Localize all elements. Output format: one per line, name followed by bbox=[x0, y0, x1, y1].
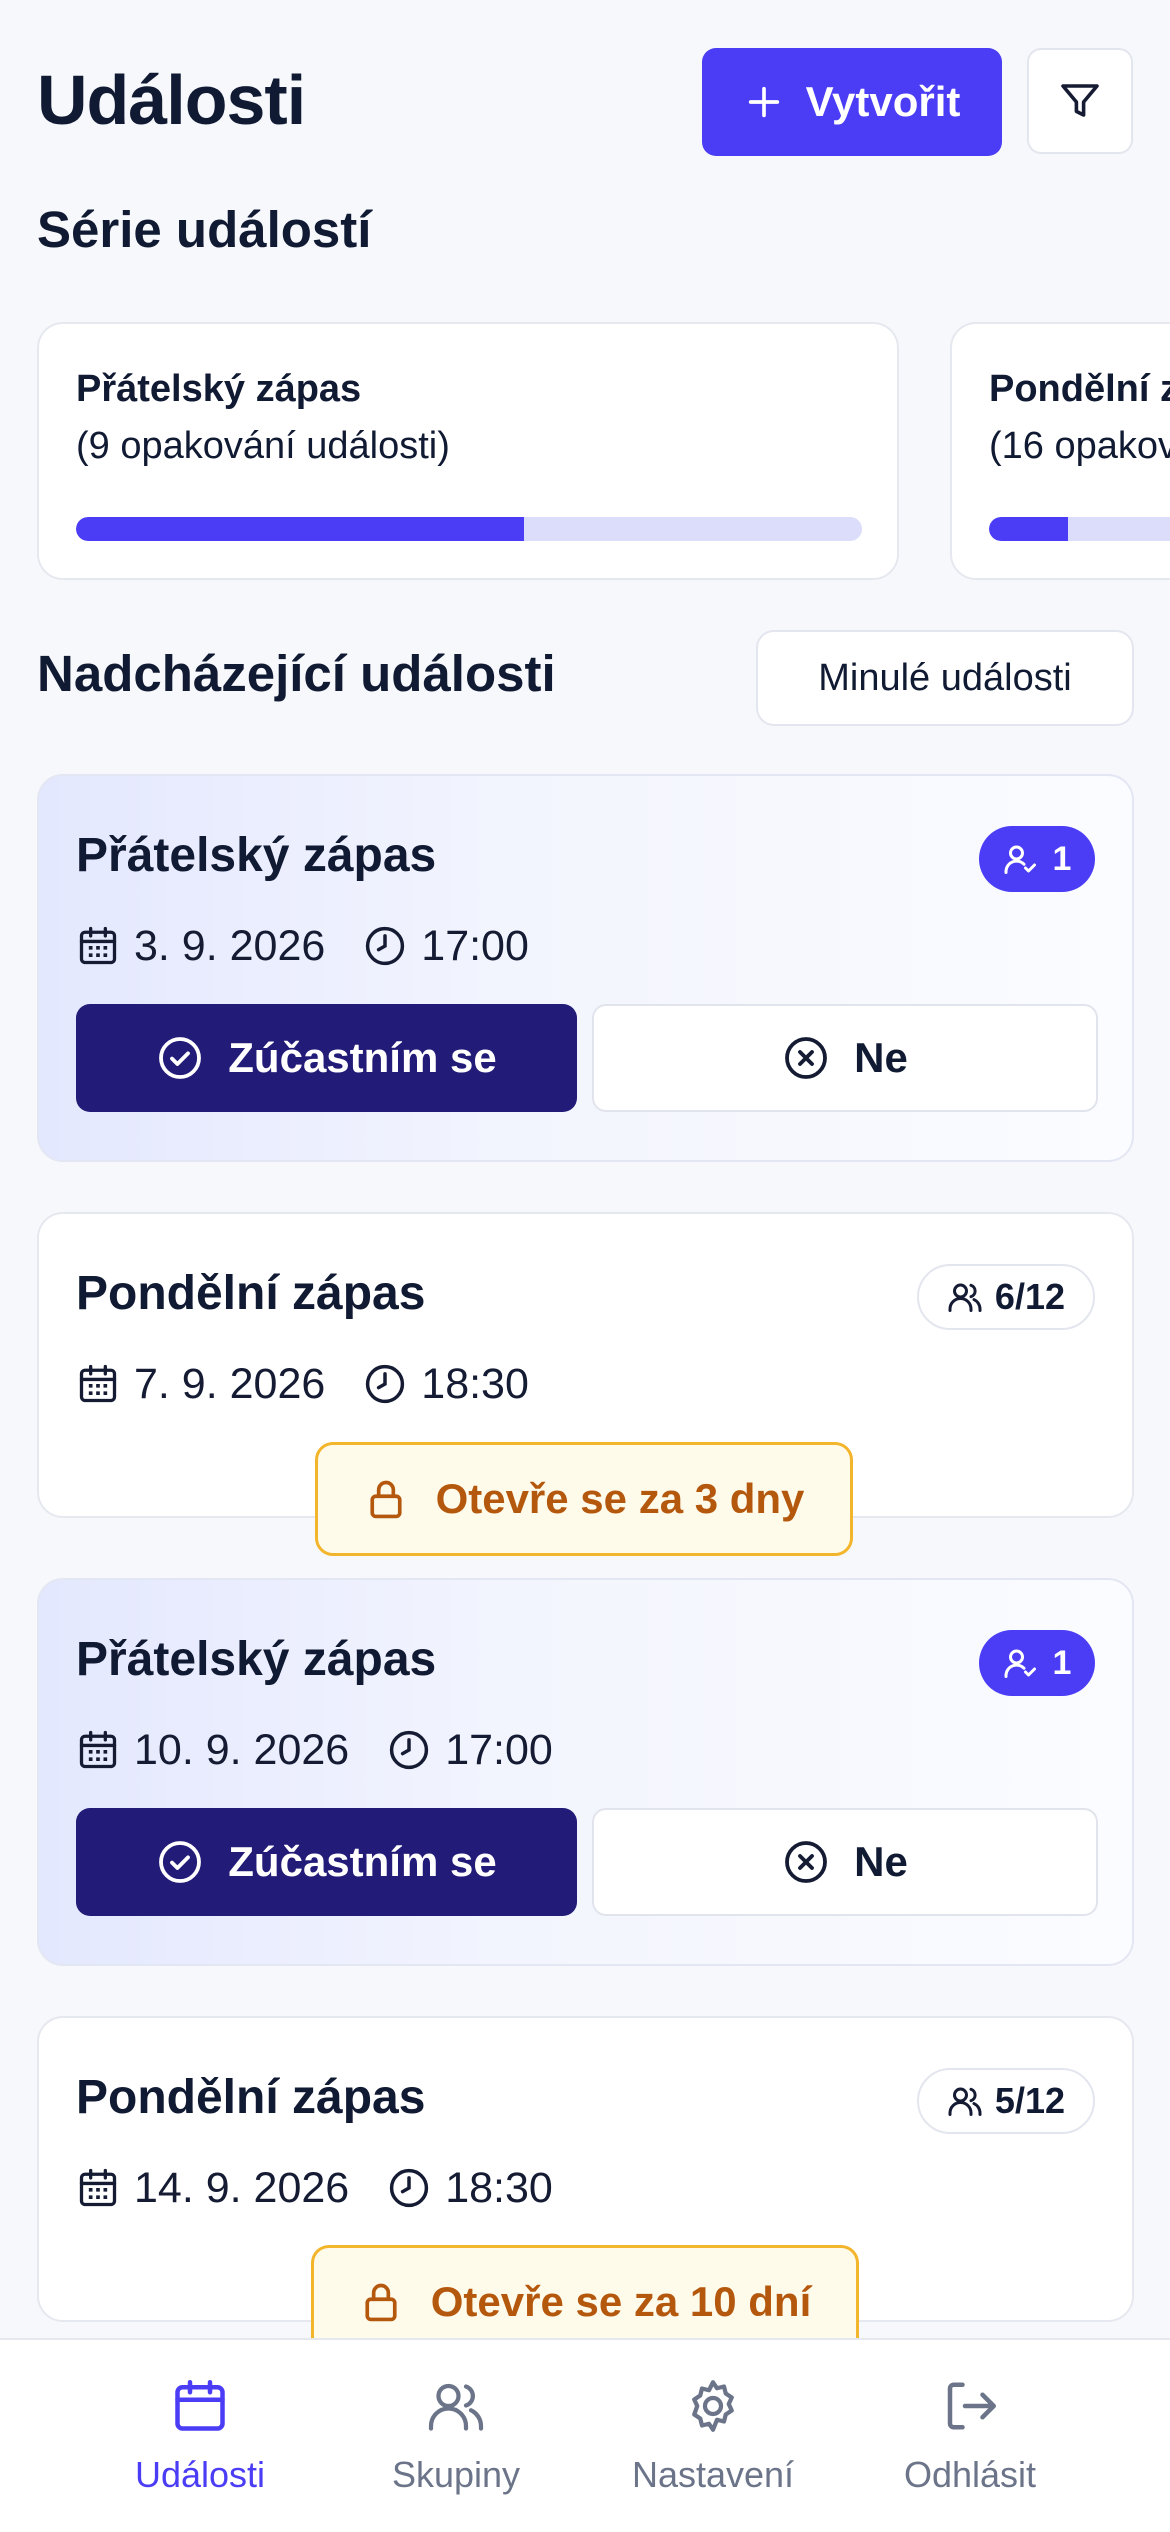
calendar-icon bbox=[79, 2168, 117, 2207]
event-card[interactable]: Přátelský zápas 1 3. 9. 2026 17:00 Zúčas… bbox=[37, 774, 1134, 1162]
attendees-count: 1 bbox=[1052, 839, 1072, 878]
check-circle-icon bbox=[159, 1841, 202, 1883]
events-screen: Události Vytvořit Série událostí Přátels… bbox=[0, 0, 1170, 2532]
event-name: Přátelský zápas bbox=[76, 829, 437, 882]
opens-in-badge: Otevře se za 3 dny bbox=[315, 1442, 853, 1556]
lock-icon bbox=[369, 1480, 402, 1519]
user-check-icon bbox=[1004, 845, 1036, 874]
attend-button[interactable]: Zúčastním se bbox=[76, 1004, 577, 1112]
attendees-badge: 1 bbox=[979, 1630, 1095, 1696]
event-date: 3. 9. 2026 bbox=[134, 921, 326, 970]
filter-icon bbox=[1061, 84, 1099, 117]
nav-label: Události bbox=[134, 2454, 266, 2495]
calendar-icon bbox=[175, 2380, 225, 2431]
opens-in-label: Otevře se za 3 dny bbox=[435, 1475, 805, 1522]
page-title: Události bbox=[37, 61, 306, 139]
series-name: Přátelský zápas bbox=[76, 368, 362, 410]
opens-in-label: Otevře se za 10 dní bbox=[430, 2278, 812, 2325]
calendar-icon bbox=[79, 1730, 117, 1769]
clock-icon bbox=[366, 1364, 405, 1404]
decline-label: Ne bbox=[854, 1838, 908, 1885]
event-name: Přátelský zápas bbox=[76, 1633, 437, 1686]
event-meta: 7. 9. 2026 18:30 bbox=[76, 1354, 529, 1414]
logout-icon bbox=[947, 2382, 996, 2430]
series-card[interactable]: Pondělní zápas (16 opakování události) bbox=[950, 322, 1170, 580]
check-circle-icon bbox=[159, 1037, 202, 1079]
capacity-badge: 5/12 bbox=[916, 2068, 1095, 2134]
users-icon bbox=[948, 2087, 982, 2116]
calendar-icon bbox=[79, 1364, 117, 1403]
user-check-icon bbox=[1004, 1649, 1036, 1678]
lock-icon bbox=[365, 2283, 397, 2322]
series-name: Pondělní zápas bbox=[989, 368, 1170, 410]
nav-item-groups[interactable]: Skupiny bbox=[336, 2376, 576, 2496]
event-meta: 10. 9. 2026 17:00 bbox=[76, 1720, 553, 1780]
attendees-badge: 1 bbox=[979, 826, 1095, 892]
event-time: 17:00 bbox=[445, 1725, 553, 1774]
nav-item-logout[interactable]: Odhlásit bbox=[850, 2376, 1090, 2496]
event-time: 18:30 bbox=[421, 1359, 529, 1408]
page-header: Události Vytvořit bbox=[37, 48, 1133, 156]
series-progress-bar bbox=[76, 517, 862, 541]
past-events-button[interactable]: Minulé události bbox=[756, 630, 1134, 726]
filter-button[interactable] bbox=[1027, 48, 1133, 154]
event-date: 7. 9. 2026 bbox=[134, 1359, 326, 1408]
decline-button[interactable]: Ne bbox=[592, 1004, 1098, 1112]
series-progress-fill bbox=[76, 517, 525, 541]
attend-label: Zúčastním se bbox=[228, 1838, 497, 1885]
event-time: 17:00 bbox=[421, 921, 529, 970]
event-meta: 14. 9. 2026 18:30 bbox=[76, 2158, 553, 2218]
attend-button[interactable]: Zúčastním se bbox=[76, 1808, 577, 1916]
attendees-count: 1 bbox=[1052, 1643, 1072, 1682]
users-icon bbox=[948, 1283, 982, 1312]
create-event-button[interactable]: Vytvořit bbox=[702, 48, 1002, 156]
series-count: (9 opakování události) bbox=[76, 425, 450, 467]
clock-icon bbox=[390, 1730, 429, 1770]
capacity-badge: 6/12 bbox=[916, 1264, 1095, 1330]
series-progress-bar bbox=[989, 517, 1170, 541]
upcoming-section-title: Nadcházející události bbox=[37, 645, 556, 702]
nav-label: Odhlásit bbox=[903, 2454, 1037, 2495]
nav-label: Skupiny bbox=[391, 2454, 521, 2495]
series-carousel[interactable]: Přátelský zápas (9 opakování události) P… bbox=[0, 322, 1170, 582]
event-card[interactable]: Přátelský zápas 1 10. 9. 2026 17:00 Zúča… bbox=[37, 1578, 1134, 1966]
event-time: 18:30 bbox=[445, 2163, 553, 2212]
attend-label: Zúčastním se bbox=[228, 1034, 497, 1081]
create-label: Vytvořit bbox=[805, 78, 961, 125]
series-section-title: Série událostí bbox=[37, 201, 372, 258]
event-name: Pondělní zápas bbox=[76, 2071, 426, 2124]
clock-icon bbox=[366, 926, 405, 966]
calendar-icon bbox=[79, 926, 117, 965]
event-date: 10. 9. 2026 bbox=[134, 1725, 350, 1774]
plus-icon bbox=[748, 86, 779, 118]
clock-icon bbox=[390, 2168, 429, 2208]
capacity-count: 6/12 bbox=[994, 1276, 1065, 1317]
event-date: 14. 9. 2026 bbox=[134, 2163, 350, 2212]
nav-item-events[interactable]: Události bbox=[80, 2376, 320, 2496]
series-card[interactable]: Přátelský zápas (9 opakování události) bbox=[37, 322, 899, 580]
x-circle-icon bbox=[785, 1037, 828, 1079]
event-meta: 3. 9. 2026 17:00 bbox=[76, 916, 529, 976]
event-name: Pondělní zápas bbox=[76, 1267, 426, 1320]
nav-label: Nastavení bbox=[631, 2454, 795, 2495]
x-circle-icon bbox=[785, 1841, 828, 1883]
decline-button[interactable]: Ne bbox=[592, 1808, 1098, 1916]
series-count: (16 opakování události) bbox=[989, 425, 1170, 467]
series-progress-fill bbox=[989, 517, 1068, 541]
nav-item-settings[interactable]: Nastavení bbox=[593, 2376, 833, 2496]
decline-label: Ne bbox=[854, 1034, 908, 1081]
users-icon bbox=[428, 2383, 484, 2431]
bottom-nav: Události Skupiny Nastavení Odhlásit bbox=[0, 2338, 1170, 2532]
gear-icon bbox=[692, 2380, 734, 2432]
capacity-count: 5/12 bbox=[994, 2080, 1065, 2121]
